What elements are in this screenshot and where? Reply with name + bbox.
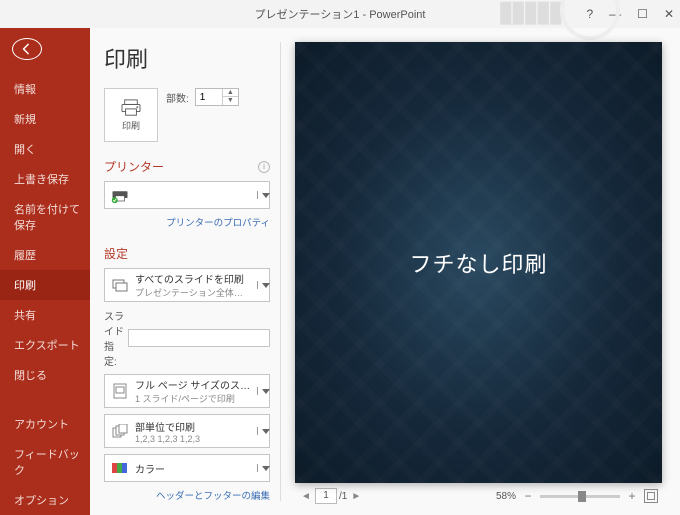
backstage-decoration: ▮▮▮▮▮ <box>497 0 560 29</box>
fit-to-window-button[interactable] <box>644 489 658 503</box>
color-line1: カラー <box>135 461 251 476</box>
next-page-button[interactable]: ► <box>349 488 363 504</box>
zoom-in-button[interactable]: + <box>626 489 638 503</box>
print-preview-panel: フチなし印刷 ◄ 1 /1 ► 58% − + <box>281 28 680 515</box>
printer-info-icon[interactable]: i <box>258 161 270 173</box>
title-bar: プレゼンテーション1 - PowerPoint ▮▮▮▮▮ ? — ☐ ✕ <box>0 0 680 28</box>
layout-line2: 1 スライド/ページで印刷 <box>135 392 251 405</box>
slide-spec-label: スライド指定: <box>104 308 124 368</box>
header-footer-link[interactable]: ヘッダーとフッターの編集 <box>104 488 270 502</box>
chevron-down-icon <box>257 427 265 435</box>
back-button[interactable] <box>12 38 42 60</box>
sidebar-item[interactable]: 開く <box>0 134 90 164</box>
sidebar-item[interactable]: オプション <box>0 485 90 515</box>
sidebar-item[interactable]: フィードバック <box>0 439 90 485</box>
collate-line1: 部単位で印刷 <box>135 419 251 434</box>
sidebar-item[interactable]: 共有 <box>0 300 90 330</box>
collate-icon <box>111 424 129 438</box>
maximize-button[interactable]: ☐ <box>637 7 648 21</box>
sidebar-item[interactable]: 閉じる <box>0 360 90 390</box>
slide-spec-input[interactable] <box>128 329 270 347</box>
print-button[interactable]: 印刷 <box>104 88 158 142</box>
copies-input[interactable] <box>196 89 222 105</box>
page-icon <box>111 383 129 399</box>
color-dropdown[interactable]: カラー <box>104 454 270 482</box>
sidebar-item[interactable]: 名前を付けて保存 <box>0 194 90 240</box>
back-arrow-icon <box>20 42 34 56</box>
sidebar-item[interactable]: アカウント <box>0 409 90 439</box>
color-icon <box>111 461 129 475</box>
backstage-sidebar: 情報新規開く上書き保存名前を付けて保存履歴印刷共有エクスポート閉じる アカウント… <box>0 28 90 515</box>
page-current[interactable]: 1 <box>315 488 337 504</box>
slide-text: フチなし印刷 <box>409 247 547 279</box>
minimize-button[interactable]: — <box>609 7 621 21</box>
sidebar-item[interactable]: 上書き保存 <box>0 164 90 194</box>
copies-up[interactable]: ▲ <box>223 89 238 97</box>
zoom-slider[interactable] <box>540 495 620 498</box>
page-navigator: ◄ 1 /1 ► <box>299 488 363 504</box>
scope-line1: すべてのスライドを印刷 <box>135 271 251 286</box>
chevron-down-icon <box>257 464 265 472</box>
zoom-label: 58% <box>496 491 516 502</box>
sidebar-item[interactable]: 印刷 <box>0 270 90 300</box>
settings-heading: 設定 <box>104 245 128 262</box>
scope-line2: プレゼンテーション全体を印刷 <box>135 286 251 299</box>
layout-dropdown[interactable]: フル ページ サイズのスライド 1 スライド/ページで印刷 <box>104 374 270 408</box>
printer-properties-link[interactable]: プリンターのプロパティ <box>104 215 270 229</box>
slide-preview: フチなし印刷 <box>295 42 662 483</box>
copies-label: 部数: <box>166 90 189 105</box>
collate-line2: 1,2,3 1,2,3 1,2,3 <box>135 434 251 444</box>
print-settings-panel: 印刷 印刷 部数: ▲▼ <box>90 28 280 515</box>
print-button-label: 印刷 <box>122 119 140 132</box>
page-total: /1 <box>339 491 347 502</box>
printer-heading: プリンター <box>104 158 164 175</box>
copies-spinner[interactable]: ▲▼ <box>195 88 239 106</box>
sidebar-item[interactable]: 履歴 <box>0 240 90 270</box>
print-scope-dropdown[interactable]: すべてのスライドを印刷 プレゼンテーション全体を印刷 <box>104 268 270 302</box>
chevron-down-icon <box>257 281 265 289</box>
printer-icon <box>120 99 142 117</box>
copies-down[interactable]: ▼ <box>223 97 238 105</box>
printer-dropdown[interactable] <box>104 181 270 209</box>
close-button[interactable]: ✕ <box>664 7 674 21</box>
zoom-out-button[interactable]: − <box>522 489 534 503</box>
chevron-down-icon <box>257 387 265 395</box>
printer-status-icon <box>111 187 129 203</box>
sidebar-item[interactable]: エクスポート <box>0 330 90 360</box>
window-title: プレゼンテーション1 - PowerPoint <box>255 6 426 22</box>
help-button[interactable]: ? <box>586 7 593 21</box>
prev-page-button[interactable]: ◄ <box>299 488 313 504</box>
collate-dropdown[interactable]: 部単位で印刷 1,2,3 1,2,3 1,2,3 <box>104 414 270 448</box>
zoom-controls: 58% − + <box>496 489 658 503</box>
page-title: 印刷 <box>104 42 270 74</box>
layout-line1: フル ページ サイズのスライド <box>135 377 251 392</box>
sidebar-item[interactable]: 情報 <box>0 74 90 104</box>
chevron-down-icon <box>257 191 265 199</box>
slides-icon <box>111 277 129 293</box>
sidebar-item[interactable]: 新規 <box>0 104 90 134</box>
